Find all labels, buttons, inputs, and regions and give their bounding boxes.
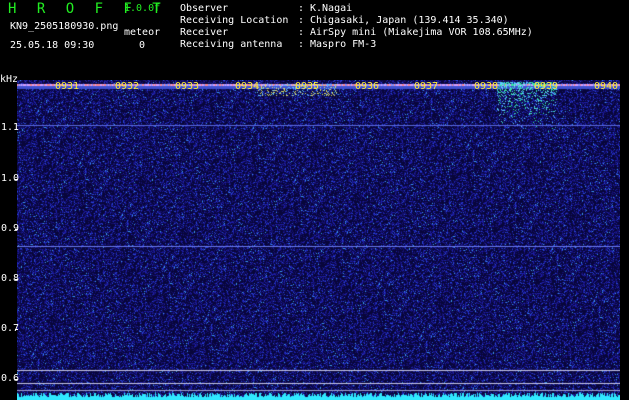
y-tick-label: 1.1 — [1, 122, 20, 133]
y-tick — [15, 179, 18, 180]
spectrogram — [17, 80, 620, 400]
y-tick — [15, 129, 18, 130]
info-row-antenna: Receiving antenna: Maspro FM-3 — [180, 39, 377, 50]
time-label: 0936 — [355, 81, 380, 92]
time-label: 0939 — [534, 81, 559, 92]
info-row-observer: Observer: K.Nagai — [180, 3, 353, 14]
detection-count: 0 — [139, 40, 146, 51]
y-tick — [15, 229, 18, 230]
time-label: 0933 — [175, 81, 200, 92]
time-label: 0937 — [414, 81, 439, 92]
date-time: 25.05.18 09:30 — [10, 40, 95, 51]
station-info: Observer: K.Nagai Receiving Location: Chig… — [180, 3, 533, 51]
time-label: 0932 — [115, 81, 140, 92]
y-tick — [15, 379, 18, 380]
time-label: 0934 — [235, 81, 260, 92]
header-panel: H R O F F T 1.0.0f KN9_2505180930.png me… — [0, 0, 629, 80]
time-label: 0938 — [474, 81, 499, 92]
file-name: KN9_2505180930.png — [10, 21, 119, 32]
detection-label: meteor — [124, 27, 161, 38]
time-label: 0931 — [55, 81, 80, 92]
y-tick — [15, 329, 18, 330]
info-row-receiver: Receiver: AirSpy mini (Miakejima VOR 108.… — [180, 27, 533, 38]
app-version: 1.0.0f — [124, 3, 161, 14]
frequency-unit: kHz — [0, 74, 19, 85]
time-label: 0935 — [295, 81, 320, 92]
info-row-location: Receiving Location: Chigasaki, Japan (139… — [180, 15, 509, 26]
spectrogram-canvas — [17, 80, 620, 400]
time-label: 0940 — [594, 81, 619, 92]
y-tick — [15, 279, 18, 280]
